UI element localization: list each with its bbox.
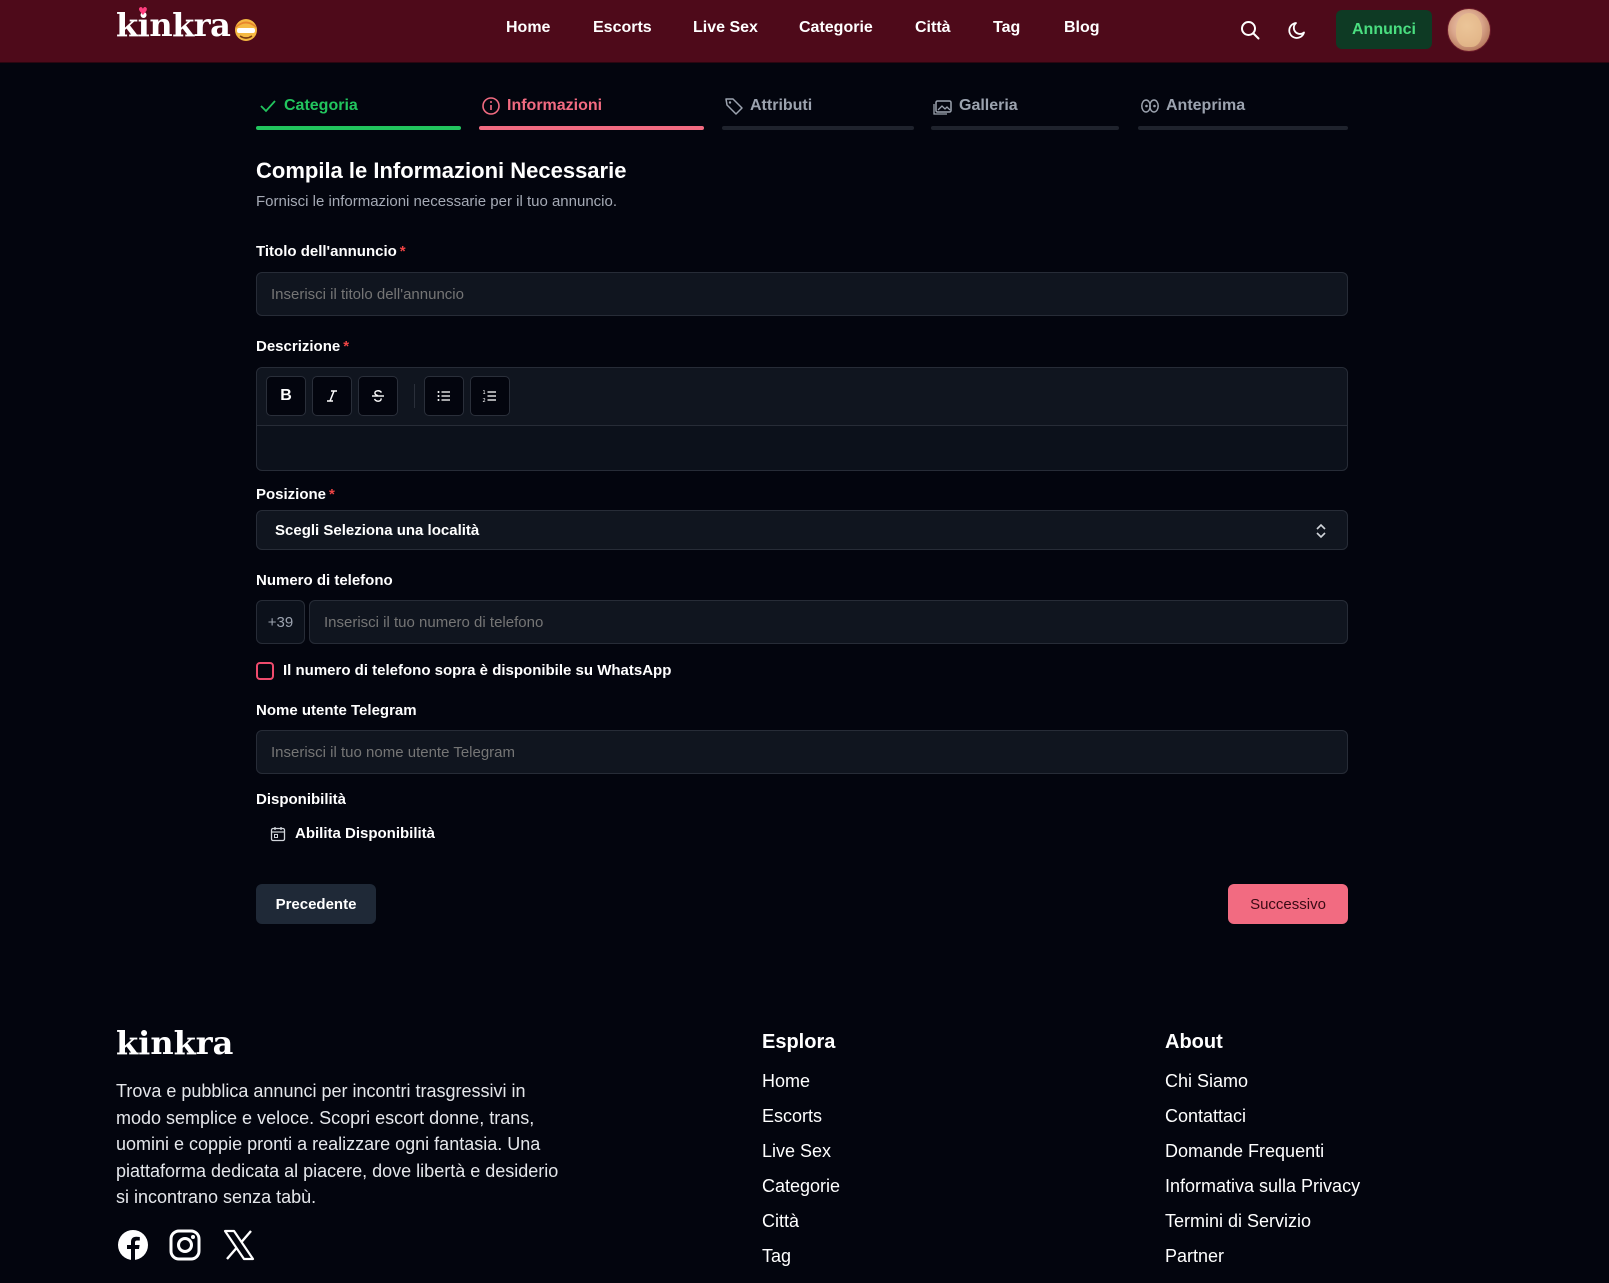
enable-availability-label: Abilita Disponibilità [295,825,436,842]
footer-about-title: About [1165,1031,1223,1053]
svg-text:2: 2 [483,398,486,404]
info-icon [482,97,500,115]
italic-icon[interactable] [312,376,352,416]
description-editor[interactable]: B 12 [256,367,1348,471]
footer-link-live-sex[interactable]: Live Sex [762,1141,831,1162]
strikethrough-icon[interactable] [358,376,398,416]
step-categoria[interactable]: Categoria [256,96,461,130]
footer-explore-title: Esplora [762,1031,836,1053]
step-label: Attributi [750,97,813,114]
step-label: Informazioni [507,97,603,114]
footer-description: Trova e pubblica annunci per incontri tr… [116,1081,559,1207]
step-label: Anteprima [1166,97,1246,114]
x-icon[interactable] [222,1228,256,1262]
footer-link-tag[interactable]: Tag [762,1246,791,1267]
search-icon[interactable] [1239,19,1261,41]
numbered-list-icon[interactable]: 12 [470,376,510,416]
facebook-icon[interactable] [116,1228,150,1262]
whatsapp-checkbox[interactable] [256,662,274,680]
footer-link-privacy[interactable]: Informativa sulla Privacy [1165,1176,1360,1197]
description-label: Descrizione * [256,338,350,355]
footer-link-chi-siamo[interactable]: Chi Siamo [1165,1071,1248,1092]
footer-link-citta[interactable]: Città [762,1211,799,1232]
nav-categorie[interactable]: Categorie [799,19,873,37]
position-label: Posizione * [256,486,335,503]
previous-button[interactable]: Precedente [256,884,376,924]
step-anteprima[interactable]: Anteprima [1138,96,1348,130]
check-icon [260,100,276,113]
heart-icon: ♥ [138,5,148,18]
title-field-label: Titolo dell'annuncio * [256,243,406,260]
chevron-up-down-icon [1316,523,1326,539]
preview-icon [1141,99,1159,113]
required-marker: * [329,486,335,503]
tag-icon [725,98,743,115]
avatar[interactable] [1447,8,1491,52]
footer-link-partner[interactable]: Partner [1165,1246,1224,1267]
phone-input[interactable] [309,600,1348,644]
form-subtitle: Fornisci le informazioni necessarie per … [256,193,618,210]
gallery-icon [933,100,952,115]
footer-link-categorie[interactable]: Categorie [762,1176,840,1197]
phone-prefix: +39 [256,600,305,644]
calendar-icon [270,826,286,841]
footer-link-faq[interactable]: Domande Frequenti [1165,1141,1324,1162]
bold-icon[interactable]: B [266,376,306,416]
telegram-input[interactable] [256,730,1348,774]
top-navbar: kinkra ♥ Home Escorts Live Sex Categorie… [0,0,1609,63]
required-marker: * [399,243,406,260]
position-selected-value: Scegli Seleziona una località [275,521,480,539]
step-galleria[interactable]: Galleria [931,96,1119,130]
title-input[interactable] [256,272,1348,316]
bullet-list-icon[interactable] [424,376,464,416]
footer-link-terms[interactable]: Termini di Servizio [1165,1211,1311,1232]
annunci-button[interactable]: Annunci [1336,10,1432,49]
form-title: Compila le Informazioni Necessarie [256,158,627,183]
footer-link-escorts[interactable]: Escorts [762,1106,822,1127]
nav-tag[interactable]: Tag [993,19,1020,37]
moon-icon[interactable] [1287,19,1309,41]
svg-text:1: 1 [483,390,486,396]
instagram-icon[interactable] [168,1228,202,1262]
step-label: Categoria [284,97,358,114]
footer-link-contattaci[interactable]: Contattaci [1165,1106,1246,1127]
next-button[interactable]: Successivo [1228,884,1348,924]
telegram-label: Nome utente Telegram [256,702,417,719]
phone-label: Numero di telefono [256,572,393,589]
enable-availability-button[interactable]: Abilita Disponibilità [270,825,435,842]
editor-toolbar: B 12 [257,368,1347,426]
footer-logo[interactable]: kinkra [116,1024,233,1062]
step-informazioni[interactable]: Informazioni [479,96,704,130]
nav-citta[interactable]: Città [915,19,951,37]
position-select[interactable]: Scegli Seleziona una località [256,510,1348,550]
nav-escorts[interactable]: Escorts [593,19,652,37]
nav-home[interactable]: Home [506,19,550,37]
required-marker: * [343,338,350,355]
step-attributi[interactable]: Attributi [722,96,914,130]
nav-live-sex[interactable]: Live Sex [693,19,758,37]
step-label: Galleria [959,97,1018,114]
nav-blog[interactable]: Blog [1064,19,1100,37]
whatsapp-label[interactable]: Il numero di telefono sopra è disponibil… [283,662,671,679]
footer-link-home[interactable]: Home [762,1071,810,1092]
availability-label: Disponibilità [256,791,346,808]
